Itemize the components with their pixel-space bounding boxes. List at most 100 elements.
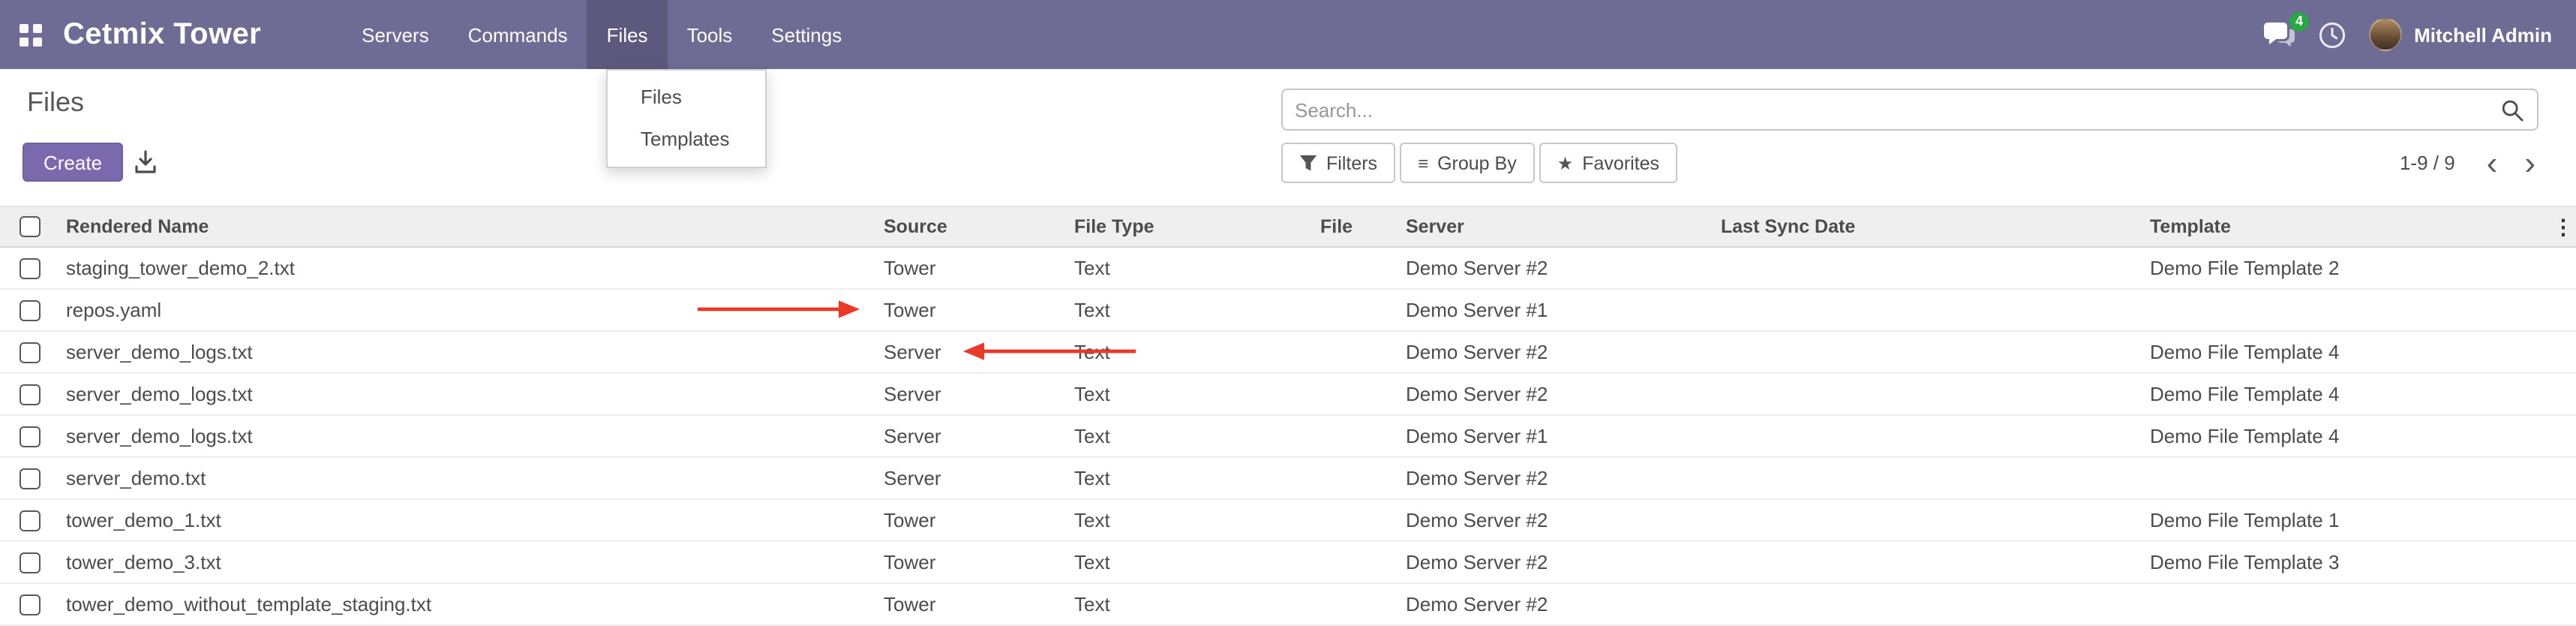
cell-last-sync-date [1715,331,2144,373]
cell-server: Demo Server #2 [1400,541,1715,583]
optional-columns-toggle-icon[interactable]: ⋮ [2553,214,2574,238]
activities-menu-button[interactable] [2318,20,2346,49]
export-button[interactable] [123,143,168,182]
nav-item-files[interactable]: Files [587,0,668,69]
cell-rendered-name: staging_tower_demo_2.txt [60,247,878,289]
cell-source: Server [878,457,1068,499]
pager-previous-button[interactable]: ‹ [2476,146,2508,179]
cell-file [1314,583,1400,625]
cell-server: Demo Server #1 [1400,289,1715,331]
column-header-file[interactable]: File [1314,206,1400,247]
row-checkbox[interactable] [20,343,41,364]
table-header-row: Rendered Name Source File Type File Serv… [0,206,2576,247]
select-all-checkbox[interactable] [20,217,41,238]
app-root: Cetmix Tower Servers Commands Files Tool… [0,0,2576,626]
table-row[interactable]: tower_demo_without_template_staging.txt … [0,583,2576,625]
cell-template [2144,289,2550,331]
row-checkbox-cell [0,583,60,625]
dropdown-item-templates[interactable]: Templates [608,119,765,161]
column-header-file-type[interactable]: File Type [1068,206,1314,247]
table-row[interactable]: server_demo_logs.txt Server Text Demo Se… [0,415,2576,457]
table-row[interactable]: tower_demo_3.txt Tower Text Demo Server … [0,541,2576,583]
cell-last-sync-date [1715,541,2144,583]
cell-last-sync-date [1715,583,2144,625]
row-checkbox-cell [0,247,60,289]
create-button[interactable]: Create [23,143,123,182]
cell-last-sync-date [1715,499,2144,541]
cell-rendered-name: server_demo.txt [60,457,878,499]
column-header-rendered-name[interactable]: Rendered Name [60,206,878,247]
cell-file [1314,415,1400,457]
group-by-button[interactable]: ≡ Group By [1400,143,1535,183]
nav-item-servers[interactable]: Servers [342,0,449,69]
table-row[interactable]: server_demo_logs.txt Server Text Demo Se… [0,373,2576,415]
column-header-last-sync-date[interactable]: Last Sync Date [1715,206,2144,247]
cell-server: Demo Server #2 [1400,331,1715,373]
row-checkbox-cell [0,373,60,415]
pager-range: 1-9 / 9 [2400,152,2455,174]
table-row[interactable]: staging_tower_demo_2.txt Tower Text Demo… [0,247,2576,289]
row-checkbox[interactable] [20,301,41,322]
cell-server: Demo Server #2 [1400,247,1715,289]
favorites-button[interactable]: ★ Favorites [1539,143,1677,183]
search-input[interactable] [1283,90,2487,129]
pager-next-button[interactable]: › [2514,146,2546,179]
row-checkbox-cell [0,499,60,541]
select-all-cell [0,206,60,247]
brand-title[interactable]: Cetmix Tower [60,0,264,69]
cell-file-type: Text [1068,583,1314,625]
cell-template: Demo File Template 1 [2144,499,2550,541]
nav-item-settings[interactable]: Settings [752,0,861,69]
cell-rendered-name: tower_demo_3.txt [60,541,878,583]
column-header-template[interactable]: Template [2144,206,2550,247]
cell-last-sync-date [1715,457,2144,499]
messages-menu-button[interactable]: 4 [2264,20,2295,49]
row-checkbox[interactable] [20,385,41,406]
row-checkbox[interactable] [20,511,41,532]
row-checkbox[interactable] [20,259,41,280]
cell-file [1314,289,1400,331]
apps-menu-button[interactable] [0,0,60,69]
user-menu-button[interactable]: Mitchell Admin [2369,18,2552,51]
user-avatar [2369,18,2402,51]
filters-label: Filters [1326,152,1377,173]
files-list-view: Rendered Name Source File Type File Serv… [0,206,2576,626]
row-checkbox-cell [0,289,60,331]
cell-file-type: Text [1068,415,1314,457]
filters-button[interactable]: Filters [1281,143,1395,183]
apps-grid-icon [19,23,41,46]
funnel-icon [1299,154,1317,172]
row-checkbox[interactable] [20,427,41,448]
cell-file [1314,541,1400,583]
cell-template: Demo File Template 2 [2144,247,2550,289]
table-row[interactable]: tower_demo_1.txt Tower Text Demo Server … [0,499,2576,541]
cell-source: Tower [878,289,1068,331]
nav-item-tools[interactable]: Tools [668,0,752,69]
row-checkbox-cell [0,541,60,583]
cell-source: Server [878,373,1068,415]
cell-rendered-name: server_demo_logs.txt [60,415,878,457]
row-checkbox[interactable] [20,595,41,616]
table-row[interactable]: server_demo.txt Server Text Demo Server … [0,457,2576,499]
cell-rendered-name: tower_demo_without_template_staging.txt [60,583,878,625]
column-header-source[interactable]: Source [878,206,1068,247]
row-checkbox[interactable] [20,469,41,490]
dropdown-item-files[interactable]: Files [608,77,765,119]
column-header-server[interactable]: Server [1400,206,1715,247]
cell-template [2144,583,2550,625]
row-checkbox[interactable] [20,553,41,574]
pager: 1-9 / 9 ‹ › [2400,143,2546,183]
search-icon[interactable] [2487,98,2537,121]
cell-rendered-name: tower_demo_1.txt [60,499,878,541]
cell-file [1314,499,1400,541]
cell-file-type: Text [1068,289,1314,331]
cell-file-type: Text [1068,373,1314,415]
nav-item-commands[interactable]: Commands [449,0,587,69]
table-row[interactable]: server_demo_logs.txt Server Text Demo Se… [0,331,2576,373]
export-icon [134,150,158,174]
table-row[interactable]: repos.yaml Tower Text Demo Server #1 [0,289,2576,331]
cell-file-type: Text [1068,499,1314,541]
cell-source: Server [878,331,1068,373]
cell-file-type: Text [1068,541,1314,583]
user-name: Mitchell Admin [2414,23,2552,46]
